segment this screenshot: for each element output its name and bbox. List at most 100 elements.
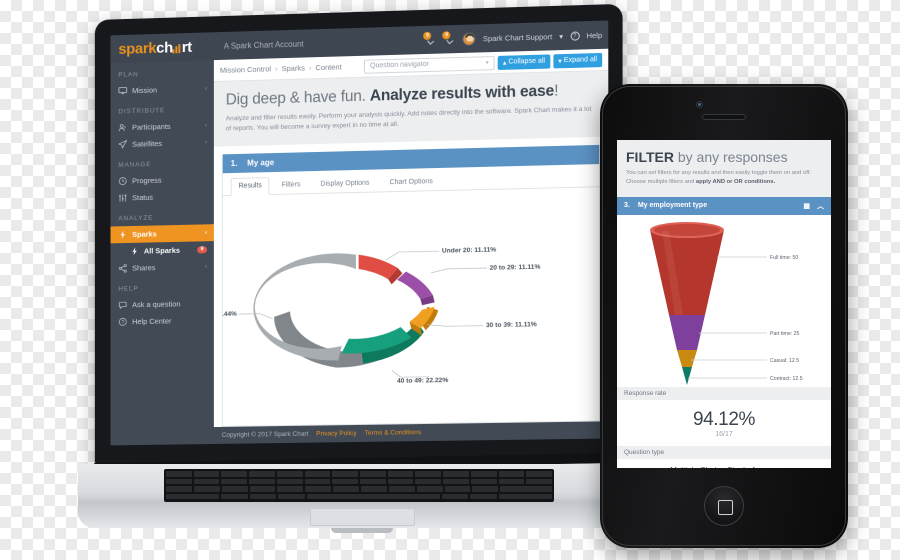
laptop-keyboard xyxy=(164,469,554,502)
response-rate-value: 94.12% xyxy=(692,408,756,430)
svg-text:Contract: 12.5: Contract: 12.5 xyxy=(770,376,803,382)
chevron-up-icon[interactable]: ︿ xyxy=(817,201,824,211)
chevron-down-icon[interactable]: ▾ xyxy=(559,31,563,40)
chevron-left-icon: ‹ xyxy=(204,263,207,270)
tab-display-options[interactable]: Display Options xyxy=(313,175,378,194)
copyright: Copyright © 2017 Spark Chart xyxy=(221,430,309,439)
help-link[interactable]: Help xyxy=(586,30,602,40)
chevron-down-icon: ▾ xyxy=(485,60,489,67)
svg-text:Full time: 50: Full time: 50 xyxy=(770,255,798,261)
tab-chart-options[interactable]: Chart Options xyxy=(381,173,440,191)
sidebar-item-label: Satellites xyxy=(132,139,163,149)
phone-bottom xyxy=(600,468,848,548)
response-rate-sub: 16/17 xyxy=(715,430,733,438)
user-menu[interactable]: Spark Chart Support xyxy=(483,32,552,43)
phone-description: You can set filters for any results and … xyxy=(626,165,822,188)
page-title-bold: Analyze results with ease xyxy=(369,82,555,105)
tab-results[interactable]: Results xyxy=(230,177,270,197)
svg-text:Under 20: 11.11%: Under 20: 11.11% xyxy=(442,247,497,255)
sidebar-item-label: All Sparks xyxy=(143,245,181,256)
chevron-left-icon: ‹ xyxy=(204,122,207,129)
breadcrumb-sep: › xyxy=(275,64,278,74)
grid-icon[interactable]: ▦ xyxy=(803,202,810,210)
sidebar: PLAN Mission ‹ DISTRIBUTE Participants ‹ xyxy=(110,60,214,446)
sidebar-item-mission[interactable]: Mission ‹ xyxy=(111,80,214,100)
sidebar-item-help-center[interactable]: ? Help Center xyxy=(111,312,214,331)
logo-spark: spark xyxy=(118,39,157,58)
logo-chart: ch xyxy=(156,38,173,57)
phone-question-actions: ▦ ︿ xyxy=(803,201,824,211)
sidebar-item-status[interactable]: Status xyxy=(111,187,214,206)
chevron-left-icon: ‹ xyxy=(204,85,207,92)
sidebar-section-analyze: ANALYZE xyxy=(118,214,154,223)
sidebar-item-label: Status xyxy=(132,192,154,203)
sidebar-item-label: Shares xyxy=(132,263,156,273)
phone-title-bold: FILTER xyxy=(626,149,674,165)
home-button[interactable] xyxy=(704,486,744,526)
phone-question-title: My employment type xyxy=(637,202,708,210)
avatar[interactable] xyxy=(462,31,476,46)
breadcrumb-item-sparks[interactable]: Sparks xyxy=(282,63,305,73)
tab-filters[interactable]: Filters xyxy=(274,177,309,195)
question-type-value-wrap: Multiple Choice Single Answer ↑ xyxy=(617,459,831,468)
users-icon xyxy=(118,123,127,132)
phone-title: FILTER by any responses xyxy=(626,149,822,165)
chevron-up-icon: ▴ xyxy=(502,59,507,67)
breadcrumb: Mission Control › Sparks › Content xyxy=(220,62,342,74)
question-block: 1. My age Results Filters Display Option… xyxy=(221,145,601,427)
chevron-left-icon: ‹ xyxy=(204,229,207,236)
svg-text:30 to 39: 11.11%: 30 to 39: 11.11% xyxy=(486,322,537,330)
logo-chart-end: rt xyxy=(181,38,192,56)
laptop-screen: sparkch rt A Spark Chart Account 9 9 Spar… xyxy=(110,20,609,446)
question-navigator-select[interactable]: Question navigator ▾ xyxy=(364,55,495,74)
age-pie-chart[interactable]: Under 20: 11.11% 20 to 29: 11.11% 30 to … xyxy=(222,187,600,426)
notifications-icon[interactable]: 9 xyxy=(423,31,437,46)
sidebar-item-shares[interactable]: Shares ‹ xyxy=(111,258,214,277)
sidebar-item-label: Mission xyxy=(132,85,158,96)
phone-hero: FILTER by any responses You can set filt… xyxy=(617,140,831,197)
bolt-icon xyxy=(130,247,139,256)
laptop-lip xyxy=(331,528,393,533)
phone-title-light: by any responses xyxy=(673,149,788,165)
question-circle-icon[interactable]: ? xyxy=(570,30,580,41)
svg-text:20 to 29: 11.11%: 20 to 29: 11.11% xyxy=(490,264,541,272)
sidebar-item-label: Ask a question xyxy=(132,299,181,310)
phone-description-bold: apply AND or OR conditions. xyxy=(695,179,776,186)
laptop-device: sparkch rt A Spark Chart Account 9 9 Spar… xyxy=(78,3,638,533)
privacy-policy-link[interactable]: Privacy Policy xyxy=(316,430,356,438)
phone-question-header[interactable]: 3. My employment type ▦ ︿ xyxy=(617,196,831,215)
question-navigator-value: Question navigator xyxy=(370,60,430,70)
collapse-all-button[interactable]: ▴ Collapse all xyxy=(497,53,551,70)
sparkchart-logo[interactable]: sparkch rt xyxy=(111,38,214,58)
breadcrumb-item-mission-control[interactable]: Mission Control xyxy=(220,64,271,74)
monitor-icon xyxy=(118,86,127,95)
chat-icon xyxy=(118,300,127,309)
svg-text:Casual: 12.5: Casual: 12.5 xyxy=(770,358,799,364)
status-badge: 9 xyxy=(197,245,207,254)
terms-link[interactable]: Terms & Conditions xyxy=(365,429,421,437)
sidebar-section-distribute: DISTRIBUTE xyxy=(118,107,166,116)
breadcrumb-sep: › xyxy=(308,63,312,73)
employment-cone-chart[interactable]: Full time: 50 Part time: 25 Casual: 12.5… xyxy=(617,214,831,387)
sidebar-item-label: Sparks xyxy=(132,229,157,239)
phone-question-number: 3. xyxy=(624,202,630,210)
svg-text:?: ? xyxy=(121,320,124,326)
expand-all-label: Expand all xyxy=(563,56,598,65)
breadcrumb-item-content[interactable]: Content xyxy=(315,62,341,72)
expand-all-button[interactable]: ▾ Expand all xyxy=(553,52,603,68)
sidebar-item-satellites[interactable]: Satellites ‹ xyxy=(111,134,214,154)
messages-icon[interactable]: 9 xyxy=(442,31,456,45)
phone-device: FILTER by any responses You can set filt… xyxy=(600,84,848,548)
question-title: My age xyxy=(247,158,275,169)
sidebar-item-ask-a-question[interactable]: Ask a question xyxy=(111,295,214,314)
svg-text:50 to 59: 44.44%: 50 to 59: 44.44% xyxy=(223,311,237,319)
sidebar-section-help: HELP xyxy=(118,285,139,293)
bolt-icon xyxy=(118,230,127,239)
response-rate-label: Response rate xyxy=(617,386,831,400)
phone-screen: FILTER by any responses You can set filt… xyxy=(617,140,831,468)
svg-text:40 to 49: 22.22%: 40 to 49: 22.22% xyxy=(397,377,448,385)
bar-chart-icon xyxy=(172,43,182,53)
page-title-end: ! xyxy=(554,82,559,100)
camera-icon xyxy=(696,101,703,108)
collapse-all-label: Collapse all xyxy=(508,57,546,66)
